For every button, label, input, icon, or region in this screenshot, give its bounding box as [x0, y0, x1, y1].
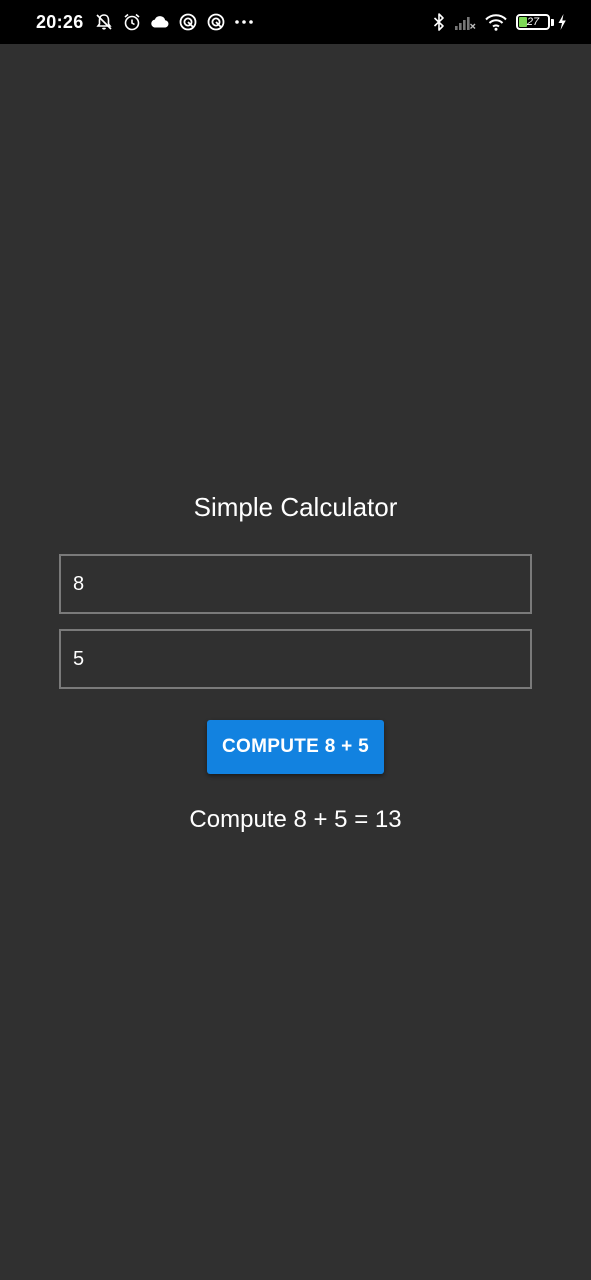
battery-icon: 27	[516, 11, 554, 33]
sync-icon	[205, 11, 227, 33]
second-number-input[interactable]	[59, 629, 532, 689]
signal-icon	[454, 11, 476, 33]
more-icon	[233, 11, 255, 33]
compute-button[interactable]: COMPUTE 8 + 5	[207, 720, 384, 774]
alarm-icon	[121, 11, 143, 33]
charging-icon	[557, 11, 567, 33]
status-bar: 20:26 27	[0, 0, 591, 44]
wifi-icon	[484, 11, 508, 33]
result-text: Compute 8 + 5 = 13	[189, 806, 402, 833]
bell-off-icon	[93, 11, 115, 33]
sync-icon	[177, 11, 199, 33]
bluetooth-icon	[432, 11, 446, 33]
battery-level-fill	[519, 17, 527, 27]
status-notification-icons	[93, 11, 261, 33]
app-title: Simple Calculator	[193, 492, 398, 522]
first-number-input[interactable]	[59, 554, 532, 614]
status-time: 20:26	[36, 11, 84, 32]
cloud-icon	[149, 11, 171, 33]
status-system-icons: 27	[424, 11, 567, 33]
battery-level-text: 27	[526, 16, 540, 28]
